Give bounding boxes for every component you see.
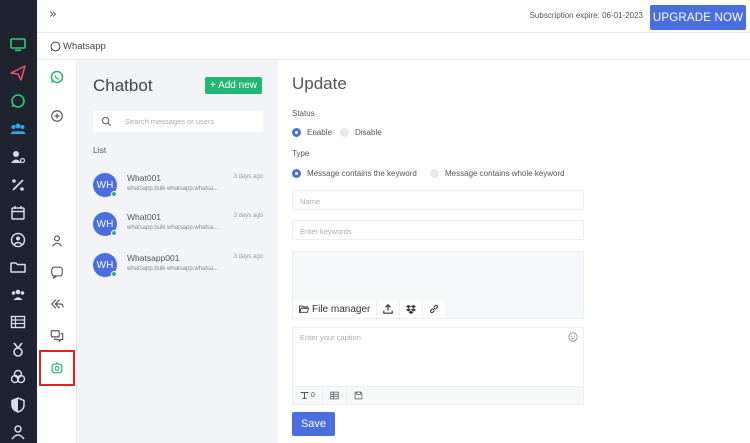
top-header: » Subscription expire: 06-01-2023 UPGRAD… — [37, 0, 750, 33]
caption-toolbar: 0 — [293, 386, 583, 405]
user-settings-icon[interactable] — [9, 148, 27, 166]
whatsapp-icon[interactable] — [49, 69, 65, 85]
search-input[interactable] — [125, 114, 257, 129]
users-icon[interactable] — [9, 120, 27, 138]
upload-button[interactable] — [377, 300, 401, 318]
update-form: Update Status Enable Disable Type Messag… — [278, 60, 750, 443]
conversation-icon[interactable] — [49, 328, 65, 344]
user-circle-icon[interactable] — [9, 231, 27, 249]
emoji-icon[interactable] — [568, 332, 578, 342]
media-toolbar: File manager — [293, 300, 446, 318]
calendar-icon[interactable] — [9, 204, 27, 222]
upload-icon — [383, 304, 394, 314]
character-counter: 0 — [293, 386, 323, 405]
reply-all-icon[interactable] — [49, 296, 65, 312]
radio-label: Message contains the keyword — [307, 169, 417, 178]
breadcrumb: Whatsapp — [37, 33, 750, 60]
chatbot-list-panel: Chatbot + Add new List WH What001 whatsa… — [77, 60, 278, 443]
type-label: Type — [292, 149, 310, 158]
whatsapp-icon — [50, 41, 61, 52]
search-box — [93, 111, 263, 132]
status-enable-radio[interactable]: Enable — [292, 128, 332, 137]
file-manager-button[interactable]: File manager — [293, 300, 378, 318]
radio-label: Disable — [355, 128, 382, 137]
caption-input[interactable] — [293, 328, 583, 386]
character-count: 0 — [311, 392, 315, 399]
list-item[interactable]: WH What001 whatsapp,bulk whatsapp,whatsa… — [93, 212, 265, 242]
online-status-dot — [111, 271, 117, 277]
upgrade-now-button[interactable]: UPGRADE NOW — [650, 5, 746, 30]
media-attachment-area[interactable]: File manager — [292, 251, 584, 319]
main-nav-rail — [0, 0, 37, 443]
list-item[interactable]: WH What001 whatsapp,bulk whatsapp,whatsa… — [93, 173, 265, 203]
module-sidebar — [37, 60, 77, 443]
name-input[interactable] — [293, 192, 583, 211]
dropbox-button[interactable] — [400, 300, 424, 318]
radio-unselected — [430, 169, 439, 178]
radio-label: Message contains whole keyword — [445, 169, 565, 178]
chatbot-time: 3 days ago — [233, 213, 263, 219]
chatbot-name: Whatsapp001 — [127, 253, 180, 263]
collapse-sidebar-icon[interactable]: » — [49, 7, 57, 22]
chat-bubble-icon[interactable] — [49, 264, 65, 280]
chatbot-icon[interactable] — [49, 360, 65, 376]
shield-icon[interactable] — [9, 396, 27, 414]
chatbot-name: What001 — [127, 173, 162, 183]
link-button[interactable] — [423, 300, 445, 318]
percent-icon[interactable] — [9, 176, 27, 194]
file-manager-label: File manager — [312, 303, 371, 315]
search-icon — [101, 116, 112, 127]
radio-label: Enable — [307, 128, 332, 137]
caption-box: 0 — [292, 327, 584, 405]
radio-selected — [292, 128, 301, 137]
radio-selected — [292, 169, 301, 178]
save-button[interactable]: Save — [292, 412, 335, 436]
monitor-icon[interactable] — [9, 36, 27, 54]
contact-icon[interactable] — [49, 233, 65, 249]
online-status-dot — [111, 230, 117, 236]
save-template-button[interactable] — [347, 387, 370, 405]
folder-open-icon — [299, 305, 309, 313]
spintax-button[interactable] — [323, 386, 347, 405]
status-label: Status — [292, 109, 315, 118]
keywords-input[interactable] — [293, 222, 583, 241]
group-icon[interactable] — [9, 286, 27, 304]
bitcoin-icon[interactable] — [9, 368, 27, 386]
profile-icon[interactable] — [9, 423, 27, 441]
link-icon — [430, 304, 439, 314]
chatbot-time: 3 days ago — [233, 254, 263, 260]
chatbot-name: What001 — [127, 212, 162, 222]
send-icon[interactable] — [9, 64, 27, 82]
radio-unselected — [340, 128, 349, 137]
chatbot-keywords: whatsapp,bulk whatsapp,whatsa... — [127, 266, 219, 272]
add-circle-icon[interactable] — [49, 108, 65, 124]
page-title: Whatsapp — [63, 41, 106, 52]
chatbot-heading: Chatbot — [93, 76, 153, 95]
type-contains-keyword-radio[interactable]: Message contains the keyword — [292, 169, 417, 178]
table-icon[interactable] — [9, 313, 27, 331]
dropbox-icon — [406, 304, 417, 314]
keywords-field — [292, 220, 584, 241]
list-item[interactable]: WH Whatsapp001 whatsapp,bulk whatsapp,wh… — [93, 253, 265, 283]
name-field — [292, 190, 584, 211]
status-disable-radio[interactable]: Disable — [340, 128, 382, 137]
whatsapp-icon[interactable] — [9, 92, 27, 110]
award-icon[interactable] — [9, 341, 27, 359]
type-whole-keyword-radio[interactable]: Message contains whole keyword — [430, 169, 565, 178]
subscription-expiry: Subscription expire: 06-01-2023 — [529, 11, 643, 20]
save-icon — [354, 391, 363, 400]
form-title: Update — [292, 74, 347, 93]
list-label: List — [93, 145, 107, 155]
chatbot-keywords: whatsapp,bulk whatsapp,whatsa... — [127, 186, 219, 192]
text-size-icon — [300, 391, 309, 399]
online-status-dot — [111, 191, 117, 197]
add-new-button[interactable]: + Add new — [205, 77, 262, 94]
chatbot-time: 3 days ago — [233, 174, 263, 180]
table-icon — [330, 391, 339, 400]
folder-icon[interactable] — [9, 258, 27, 276]
chatbot-keywords: whatsapp,bulk whatsapp,whatsa... — [127, 225, 219, 231]
